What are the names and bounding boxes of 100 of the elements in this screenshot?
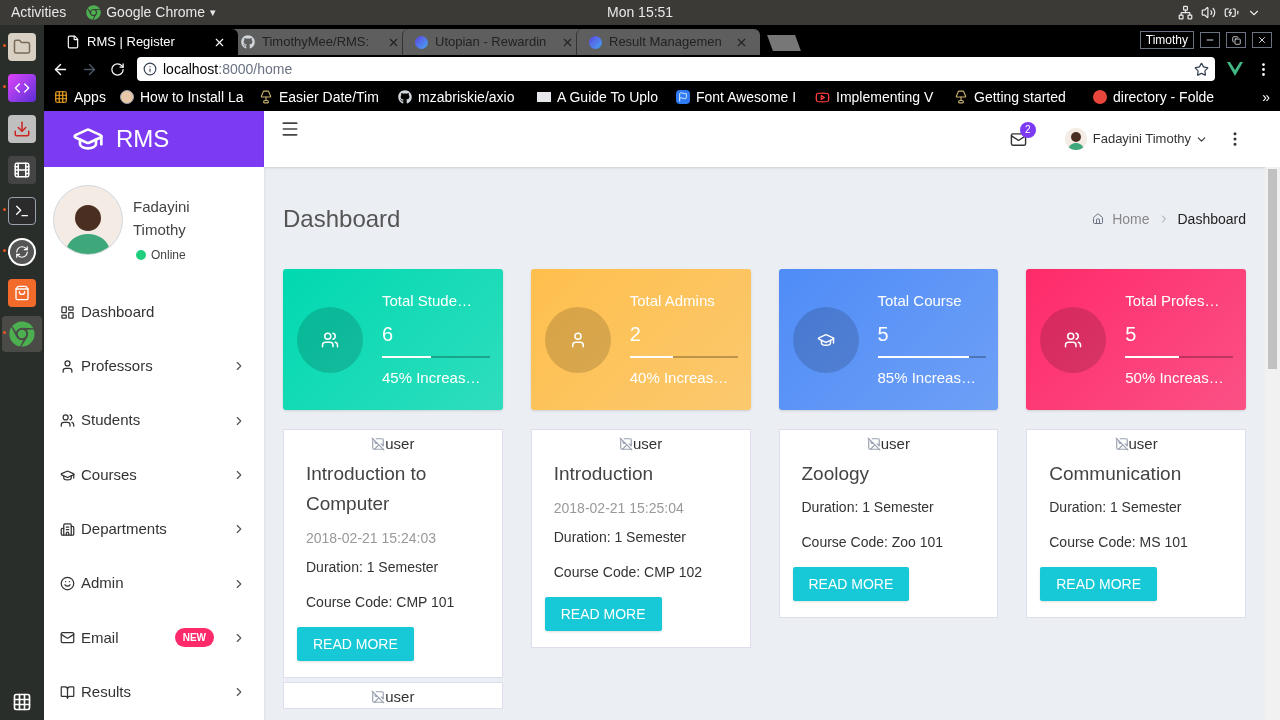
course-code: Course Code: Zoo 101: [801, 533, 945, 552]
apps-grid-icon: [54, 90, 68, 104]
app-menu[interactable]: Google Chrome: [106, 2, 206, 23]
bookmark[interactable]: directory - Folde: [1093, 86, 1232, 108]
broken-image: user: [371, 436, 415, 451]
url-text: localhost:8000/home: [163, 59, 294, 79]
user-name: Fadayini Timothy: [133, 197, 190, 240]
bookmark[interactable]: A Guide To Uplo: [537, 86, 676, 108]
battery-icon[interactable]: [1224, 5, 1239, 20]
caret-icon: ▾: [210, 4, 217, 21]
course-code: Course Code: MS 101: [1049, 533, 1189, 552]
stat-value: 5: [877, 321, 890, 347]
course-date: 2018-02-21 15:24:03: [306, 529, 437, 548]
menu-item[interactable]: Students: [44, 393, 264, 448]
stat-note: 45% Increas…: [382, 367, 482, 388]
course-duration: Duration: 1 Semester: [553, 528, 688, 547]
play-icon: [815, 89, 830, 105]
round-icon: [120, 90, 134, 104]
menu-item[interactable]: Courses: [44, 447, 264, 503]
close-button[interactable]: [1252, 32, 1272, 48]
menu-item[interactable]: Admin: [44, 556, 264, 611]
person-icon: [60, 358, 75, 374]
breadcrumb-item: Dashboard: [1177, 209, 1246, 229]
menu-item[interactable]: Professors: [44, 339, 264, 394]
new-tab-button[interactable]: [767, 35, 801, 51]
menu-item[interactable]: Dashboard: [44, 285, 264, 340]
stat-note: 40% Increas…: [629, 367, 730, 388]
github-icon: [241, 35, 255, 49]
stat-value: 6: [382, 321, 395, 347]
course-code: Course Code: CMP 101: [306, 593, 456, 612]
avatar[interactable]: [1064, 128, 1087, 150]
stat-value: 2: [629, 321, 642, 347]
bookmark[interactable]: How to Install La: [120, 86, 259, 108]
restore-button[interactable]: [1226, 32, 1246, 48]
people-icon: [1064, 330, 1083, 349]
status-text: Online: [151, 247, 186, 264]
book-icon: [60, 684, 75, 700]
more-bookmarks-button[interactable]: »: [1262, 86, 1270, 108]
menu-item[interactable]: Results: [44, 665, 264, 720]
mail-icon[interactable]: [1009, 130, 1027, 148]
store-icon[interactable]: [8, 279, 36, 307]
profile-button[interactable]: Timothy: [1139, 31, 1194, 49]
updater-icon[interactable]: [8, 238, 36, 266]
bookmark[interactable]: Easier Date/Tim: [259, 86, 398, 108]
menu-icon[interactable]: [280, 119, 300, 139]
brand-name[interactable]: RMS: [116, 121, 170, 157]
stat-note: 50% Increas…: [1125, 367, 1225, 388]
clock[interactable]: Mon 15:51: [607, 2, 674, 23]
info-icon[interactable]: [143, 62, 157, 76]
course-date: 2018-02-21 15:25:04: [553, 499, 685, 518]
github-icon: [398, 90, 412, 104]
user-menu[interactable]: Fadayini Timothy: [1092, 129, 1191, 149]
square-icon: [537, 92, 551, 102]
page-title: Dashboard: [283, 204, 401, 234]
course-title: Introduction to Computer: [306, 462, 428, 516]
clapper-icon[interactable]: [8, 156, 36, 184]
course-duration: Duration: 1 Semester: [1049, 498, 1183, 517]
menu-item[interactable]: Departments: [44, 502, 264, 557]
course-code: Course Code: CMP 102: [553, 563, 704, 582]
chrome-icon[interactable]: [8, 320, 36, 348]
address-bar[interactable]: localhost:8000/home: [137, 57, 1215, 81]
people-icon: [60, 413, 75, 429]
bookmark[interactable]: mzabriskie/axio: [398, 86, 537, 108]
star-icon[interactable]: [1194, 61, 1209, 77]
close-icon: [1257, 35, 1267, 45]
minimize-button[interactable]: [1200, 32, 1220, 48]
tab-title: Utopian - Rewardin: [435, 33, 548, 52]
terminal-icon[interactable]: [8, 197, 36, 225]
bookmark[interactable]: Implementing V: [815, 86, 954, 108]
stat-note: 85% Increas…: [877, 367, 977, 388]
activities-button[interactable]: Activities: [11, 2, 67, 23]
flag-icon: [676, 90, 690, 104]
stat-title: Total Profes…: [1125, 291, 1221, 311]
files-icon[interactable]: [8, 33, 36, 61]
course-title: Communication: [1049, 462, 1183, 486]
stat-title: Total Stude…: [382, 291, 474, 311]
volume-icon[interactable]: [1201, 5, 1216, 20]
tab-title: TimothyMee/RMS:: [262, 33, 371, 52]
stat-value: 5: [1125, 321, 1138, 347]
page-icon: [66, 35, 80, 49]
menu-item[interactable]: Email NEW: [44, 610, 264, 666]
ide-icon[interactable]: [8, 74, 36, 102]
bookmark[interactable]: Font Awesome I: [676, 86, 815, 108]
home-icon: [1092, 213, 1105, 225]
graduation-cap-icon: [60, 467, 75, 483]
vue-extension-icon[interactable]: [1227, 62, 1243, 76]
installer-icon[interactable]: [8, 115, 36, 143]
stat-title: Total Admins: [629, 291, 716, 311]
building-icon: [60, 521, 75, 537]
mail-icon: [60, 630, 75, 646]
bookmark[interactable]: Getting started: [954, 86, 1093, 108]
bookmark[interactable]: Apps: [54, 86, 120, 108]
network-icon[interactable]: [1178, 5, 1193, 20]
course-title: Zoology: [801, 462, 871, 486]
notification-badge: 2: [1019, 121, 1036, 138]
broken-image: user: [866, 436, 910, 451]
app-grid-icon[interactable]: [12, 692, 32, 712]
scrollbar[interactable]: [1265, 167, 1280, 720]
course-title: Introduction: [553, 462, 655, 486]
reload-icon[interactable]: [110, 61, 125, 77]
